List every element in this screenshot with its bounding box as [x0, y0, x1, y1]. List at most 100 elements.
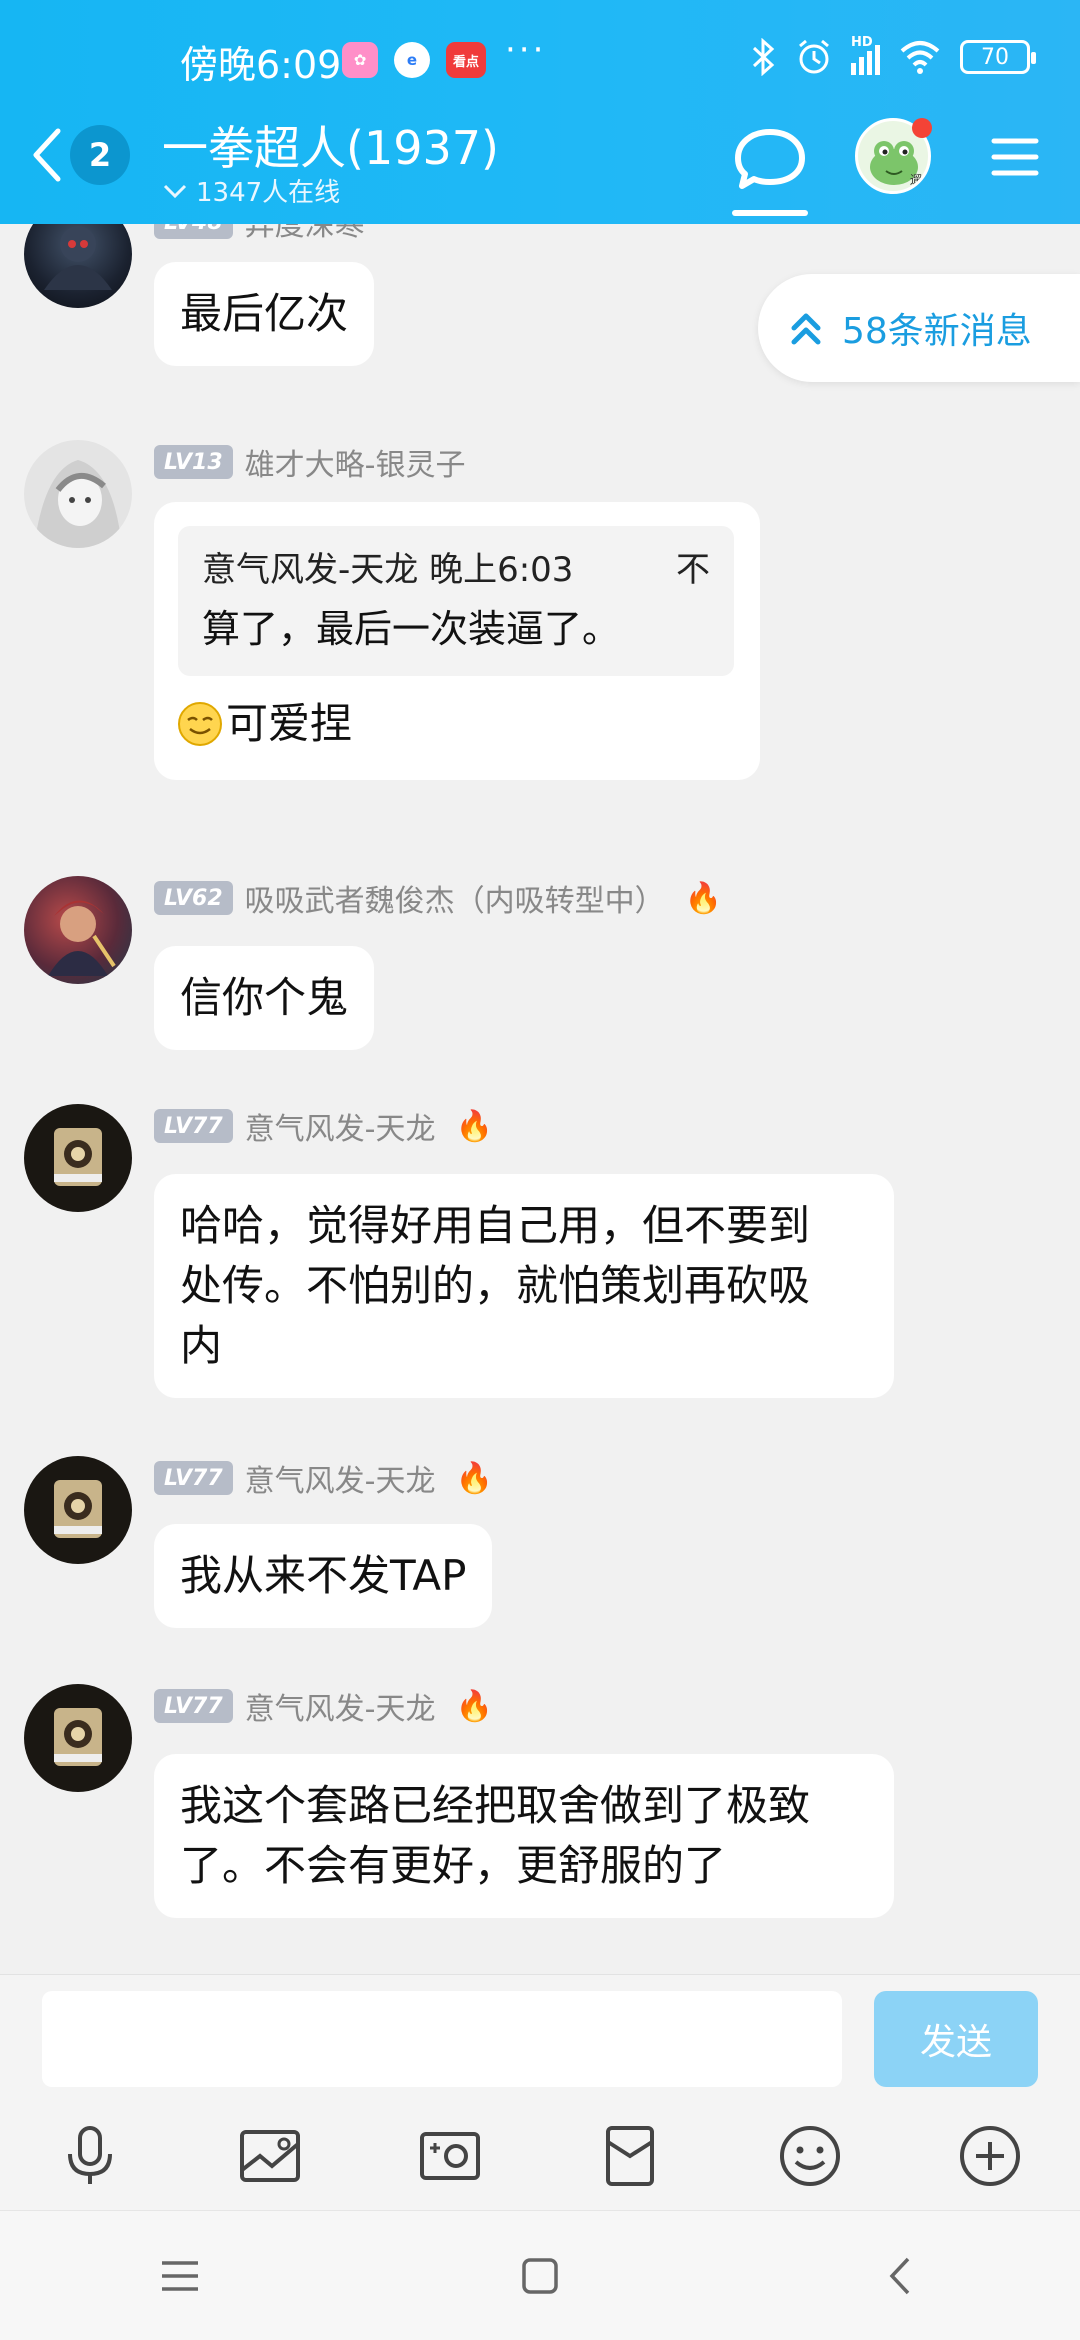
camera-button[interactable]: [360, 2102, 540, 2210]
send-button[interactable]: 发送: [874, 1991, 1038, 2087]
quote-author: 意气风发-天龙 晚上6:03: [202, 550, 574, 590]
sender-name[interactable]: 异度深寒: [245, 224, 365, 244]
network-type: HD: [851, 35, 873, 50]
chat-header: 傍晚6:09 ✿ e 看点 ··· HD 70 2 一拳超人(1937) 134…: [0, 0, 1080, 224]
system-nav-bar: [0, 2210, 1080, 2340]
new-messages-button[interactable]: 58条新消息: [758, 274, 1080, 382]
kandian-app-icon: 看点: [446, 42, 486, 78]
avatar[interactable]: [24, 1104, 132, 1212]
message-bubble[interactable]: 最后亿次: [154, 262, 375, 366]
message-item: LV77 意气风发-天龙 🔥 哈哈，觉得好用自己用，但不要到 处传。不怕别的，就…: [0, 1104, 1080, 1424]
battery-indicator: 70: [960, 40, 1036, 74]
reply-label: 可爱捏: [226, 699, 353, 748]
message-line: 了。不会有更好，更舒服的了: [180, 1841, 727, 1890]
smile-emoji-icon: [178, 702, 222, 746]
alarm-icon: [799, 39, 829, 74]
bluetooth-icon: [752, 38, 775, 76]
emoji-icon: [780, 2126, 840, 2186]
sender-row: LV13 雄才大略-银灵子: [154, 440, 465, 484]
fire-icon: 🔥: [455, 1688, 493, 1724]
microphone-icon: [68, 2126, 112, 2184]
square-icon: [522, 2257, 558, 2294]
voice-button[interactable]: [0, 2102, 180, 2210]
emoji-button[interactable]: [720, 2102, 900, 2210]
sender-name[interactable]: 意气风发-天龙: [245, 1456, 436, 1500]
chat-bubble-icon: [735, 129, 805, 189]
level-badge: LV13: [154, 445, 233, 479]
message-bubble[interactable]: 我从来不发TAP: [154, 1524, 493, 1628]
chevron-down-icon: [163, 184, 187, 198]
sender-row: LV77 意气风发-天龙 🔥: [154, 1456, 493, 1500]
photo-button[interactable]: [180, 2102, 360, 2210]
chevron-left-icon: [33, 128, 61, 182]
chat-tab[interactable]: [730, 118, 810, 218]
unread-count-badge: 2: [70, 125, 130, 185]
message-bubble[interactable]: 哈哈，觉得好用自己用，但不要到 处传。不怕别的，就怕策划再砍吸 内: [154, 1174, 894, 1398]
message-item: LV77 意气风发-天龙 🔥 我这个套路已经把取舍做到了极致 了。不会有更好，更…: [0, 1684, 1080, 1944]
sender-name[interactable]: 意气风发-天龙: [245, 1684, 436, 1728]
sender-row: LV77 意气风发-天龙 🔥: [154, 1684, 493, 1728]
level-badge: LV77: [154, 1461, 233, 1495]
message-item: LV77 意气风发-天龙 🔥 我从来不发TAP: [0, 1456, 1080, 1666]
camera-icon: [420, 2132, 480, 2180]
fire-icon: 🔥: [455, 1108, 493, 1144]
browser-app-icon: e: [394, 42, 430, 78]
plus-icon: [960, 2126, 1020, 2186]
message-list[interactable]: LV48 异度深寒 最后亿次 58条新消息 LV13 雄才大略-银灵子 意气风发…: [0, 224, 1080, 1974]
message-item: LV62 吸吸武者魏俊杰（内吸转型中） 🔥 信你个鬼: [0, 876, 1080, 1086]
status-icons: HD 70: [751, 35, 1036, 76]
double-chevron-up-icon: [791, 313, 821, 345]
message-line: 内: [180, 1321, 223, 1370]
sender-name[interactable]: 吸吸武者魏俊杰（内吸转型中）: [245, 876, 665, 920]
fire-icon: 🔥: [684, 880, 722, 916]
sender-row: LV62 吸吸武者魏俊杰（内吸转型中） 🔥: [154, 876, 722, 920]
red-packet-icon: [606, 2126, 654, 2186]
back-button[interactable]: 2: [30, 120, 140, 190]
level-badge: LV77: [154, 1689, 233, 1723]
status-bar: 傍晚6:09 ✿ e 看点 ··· HD 70: [0, 30, 1080, 90]
sender-name[interactable]: 意气风发-天龙: [245, 1104, 436, 1148]
red-packet-button[interactable]: [540, 2102, 720, 2210]
new-messages-label: 58条新消息: [842, 311, 1032, 352]
input-bar: 发送: [0, 1974, 1080, 2102]
message-item: LV13 雄才大略-银灵子 意气风发-天龙 晚上6:03 不 算了，最后一次装逼…: [0, 440, 1080, 860]
nav-back-button[interactable]: [840, 2256, 960, 2296]
menu-button[interactable]: [990, 132, 1040, 182]
quote-body: 算了，最后一次装逼了。: [202, 607, 621, 651]
message-bubble[interactable]: 信你个鬼: [154, 946, 375, 1050]
avatar[interactable]: [24, 1684, 132, 1792]
active-tab-indicator: [732, 210, 808, 216]
avatar[interactable]: [24, 1456, 132, 1564]
message-line: 处传。不怕别的，就怕策划再砍吸: [180, 1261, 811, 1310]
online-count[interactable]: 1347人在线: [162, 172, 340, 209]
message-bubble[interactable]: 意气风发-天龙 晚上6:03 不 算了，最后一次装逼了。 可爱捏: [154, 502, 760, 780]
group-title[interactable]: 一拳超人(1937): [162, 112, 499, 178]
recent-apps-button[interactable]: [120, 2259, 240, 2293]
sender-row: LV77 意气风发-天龙 🔥: [154, 1104, 493, 1148]
level-badge: LV62: [154, 881, 233, 915]
more-notifications-icon: ···: [505, 30, 547, 70]
notification-dot: [912, 118, 932, 138]
sender-name[interactable]: 雄才大略-银灵子: [245, 440, 466, 484]
image-icon: [240, 2130, 300, 2182]
home-button[interactable]: [480, 2257, 600, 2295]
avatar[interactable]: [24, 876, 132, 984]
message-line: 我这个套路已经把取舍做到了极致: [180, 1781, 811, 1830]
quoted-message[interactable]: 意气风发-天龙 晚上6:03 不 算了，最后一次装逼了。: [178, 526, 734, 676]
message-input[interactable]: [42, 1991, 842, 2087]
more-button[interactable]: [900, 2102, 1080, 2210]
flower-app-icon: ✿: [342, 42, 378, 78]
message-line: 哈哈，觉得好用自己用，但不要到: [180, 1201, 811, 1250]
quote-header: 意气风发-天龙 晚上6:03 不: [202, 542, 710, 598]
online-count-label: 1347人在线: [196, 178, 341, 208]
chevron-left-icon: [889, 2257, 910, 2294]
input-toolbar: [0, 2102, 1080, 2210]
message-bubble[interactable]: 我这个套路已经把取舍做到了极致 了。不会有更好，更舒服的了: [154, 1754, 894, 1918]
hamburger-icon: [162, 2260, 198, 2291]
avatar[interactable]: [24, 224, 132, 308]
avatar[interactable]: [24, 440, 132, 548]
signal-icon: HD: [851, 35, 880, 75]
status-time: 傍晚6:09: [180, 43, 342, 87]
quote-continued: 不: [676, 550, 710, 590]
level-badge: LV77: [154, 1109, 233, 1143]
